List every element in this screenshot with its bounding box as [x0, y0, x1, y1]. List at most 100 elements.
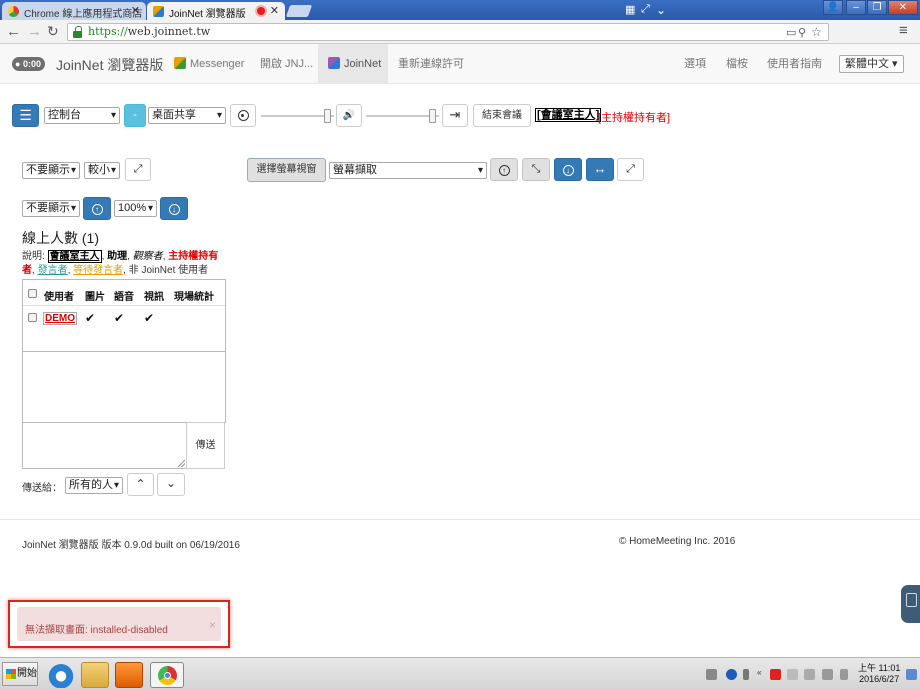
- ime-icon[interactable]: [787, 669, 798, 680]
- slider-thumb[interactable]: [429, 109, 436, 123]
- minimize-button[interactable]: –: [846, 0, 866, 15]
- legend-waiting-speaker: 等待發言者: [73, 265, 124, 276]
- fullscreen-button[interactable]: ⤢: [125, 158, 151, 181]
- scroll-up-button[interactable]: ⌃: [127, 473, 154, 496]
- folder-icon[interactable]: [81, 662, 109, 688]
- mic-volume-slider[interactable]: [261, 109, 334, 123]
- chat-input[interactable]: [22, 422, 187, 469]
- help-icon[interactable]: [726, 669, 737, 680]
- keyboard-icon[interactable]: [706, 669, 717, 680]
- audio-check-icon: ✔: [114, 311, 125, 325]
- fit-screen-button[interactable]: ⤡: [522, 158, 550, 181]
- display-visibility-select[interactable]: 不要顯示: [22, 162, 80, 179]
- speaker-volume-slider[interactable]: [366, 109, 439, 123]
- select-screen-window-button[interactable]: 選擇螢幕視窗: [247, 158, 326, 182]
- chrome-taskbar-button[interactable]: [150, 662, 184, 688]
- internet-explorer-icon[interactable]: [47, 662, 75, 688]
- nav-open-jnj[interactable]: 開啟 JNJ...: [250, 44, 323, 84]
- screen-capture-select[interactable]: 螢幕擷取: [329, 162, 487, 179]
- nav-options[interactable]: 選項: [674, 44, 716, 84]
- acrobat-icon[interactable]: [770, 669, 781, 680]
- timer-text: 0:00: [22, 59, 41, 69]
- minus-button[interactable]: -: [124, 104, 146, 127]
- flag-icon[interactable]: [804, 669, 815, 680]
- download-circle-icon: ↓: [562, 165, 574, 176]
- nav-reconnect-permission[interactable]: 重新連線許可: [388, 44, 474, 84]
- chat-log[interactable]: [22, 351, 226, 423]
- show-desktop-icon[interactable]: [906, 669, 917, 680]
- media-player-icon[interactable]: [115, 662, 143, 688]
- network-icon[interactable]: [822, 669, 833, 680]
- legend-assistant: 助理: [107, 251, 128, 262]
- new-tab-button[interactable]: [285, 5, 313, 17]
- expand-icon: ⤢: [626, 163, 635, 175]
- video-download-button[interactable]: ↓: [160, 197, 188, 220]
- table-row[interactable]: DEMO ✔ ✔ ✔: [23, 311, 225, 327]
- nav-messenger[interactable]: Messenger: [164, 44, 254, 84]
- exit-button[interactable]: ⇥: [442, 104, 468, 127]
- url-host: web.joinnet.tw: [127, 25, 211, 38]
- send-button[interactable]: 傳送: [186, 422, 225, 469]
- record-button[interactable]: [230, 104, 256, 127]
- menu-icon[interactable]: ≡: [899, 22, 908, 39]
- nav-label: Messenger: [190, 58, 245, 70]
- camera-icon[interactable]: ▭: [786, 26, 796, 39]
- language-select[interactable]: 繁體中文 ▾: [839, 55, 904, 73]
- user-checkbox[interactable]: [28, 313, 37, 322]
- bookmark-star-icon[interactable]: ☆: [811, 25, 822, 39]
- close-icon[interactable]: ✕: [131, 4, 140, 17]
- nav-label: 檔桉: [726, 58, 748, 70]
- scroll-down-button[interactable]: ⌄: [157, 473, 185, 496]
- select-screen-label: 選擇螢幕視窗: [256, 164, 317, 175]
- video-visibility-select[interactable]: 不要顯示: [22, 200, 80, 217]
- error-alert-highlight: 無法擷取畫面: installed-disabled ×: [8, 600, 230, 648]
- joinnet-icon: [328, 57, 340, 69]
- expand-share-button[interactable]: ⤢: [617, 158, 644, 181]
- fit-width-button[interactable]: ↔: [586, 158, 614, 181]
- end-meeting-label: 結束會議: [482, 110, 522, 121]
- pin-icon[interactable]: ⚲: [798, 26, 806, 39]
- forward-arrow-icon[interactable]: →: [27, 23, 42, 40]
- slider-thumb[interactable]: [324, 109, 331, 123]
- nav-user-guide[interactable]: 使用者指南: [757, 44, 832, 84]
- tab-joinnet[interactable]: JoinNet 瀏覽器版 ✕: [147, 2, 285, 20]
- side-panel-toggle[interactable]: [901, 585, 920, 623]
- nav-label: 重新連線許可: [398, 58, 464, 70]
- close-icon[interactable]: ✕: [270, 4, 279, 17]
- speaker-button[interactable]: 🔊: [336, 104, 362, 127]
- resize-handle-icon[interactable]: [178, 460, 185, 467]
- end-meeting-button[interactable]: 結束會議: [473, 104, 531, 127]
- expand-tray-icon[interactable]: «: [757, 668, 768, 679]
- restore-button[interactable]: ❐: [867, 0, 887, 15]
- nav-label: 使用者指南: [767, 58, 822, 70]
- zoom-select[interactable]: 100%: [114, 200, 157, 217]
- address-bar[interactable]: https://web.joinnet.tw ▭ ⚲ ☆: [67, 23, 829, 41]
- user-profile-button[interactable]: 👤: [823, 0, 843, 15]
- language-value: 繁體中文: [845, 58, 889, 70]
- upload-button[interactable]: ↑: [490, 158, 518, 181]
- hamburger-menu-button[interactable]: ☰: [12, 104, 39, 127]
- tab-webstore[interactable]: Chrome 線上應用程式商店 ✕: [2, 2, 146, 20]
- user-name[interactable]: DEMO: [43, 312, 77, 325]
- pen-icon[interactable]: [743, 669, 749, 680]
- nav-files[interactable]: 檔桉: [716, 44, 758, 84]
- recipient-select[interactable]: 所有的人: [65, 477, 123, 494]
- tab-label: JoinNet 瀏覽器版: [169, 9, 246, 20]
- select-all-checkbox[interactable]: [28, 289, 37, 298]
- video-upload-button[interactable]: ↑: [83, 197, 111, 220]
- start-button[interactable]: 開始: [2, 662, 38, 686]
- window-close-button[interactable]: ✕: [888, 0, 918, 15]
- chevron-down-icon[interactable]: ⌄: [656, 3, 666, 17]
- reload-icon[interactable]: ↻: [47, 23, 59, 40]
- close-icon[interactable]: ×: [209, 618, 216, 632]
- column-header: 視訊: [144, 292, 164, 303]
- back-arrow-icon[interactable]: ←: [6, 23, 21, 40]
- volume-icon[interactable]: [840, 669, 848, 680]
- console-select[interactable]: 控制台: [44, 107, 120, 124]
- download-button[interactable]: ↓: [554, 158, 582, 181]
- share-mode-select[interactable]: 桌面共享: [148, 107, 226, 124]
- system-clock[interactable]: 上午 11:01 2016/6/27: [858, 663, 900, 685]
- nav-joinnet[interactable]: JoinNet: [318, 44, 388, 84]
- windows-taskbar: 開始 « 上午 11:01 2016/6/27: [0, 657, 920, 690]
- display-size-select[interactable]: 較小: [84, 162, 120, 179]
